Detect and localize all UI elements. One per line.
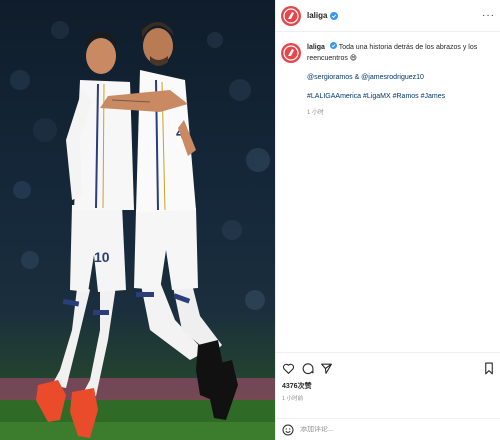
header-username[interactable]: laliga: [307, 11, 327, 20]
comment-icon[interactable]: [301, 362, 314, 375]
likes-count[interactable]: 4376次赞: [282, 381, 495, 391]
caption-avatar[interactable]: [281, 43, 301, 63]
heart-icon[interactable]: [282, 362, 295, 375]
caption-section: laliga Toda una historia detrás de los a…: [276, 40, 500, 350]
action-bar: 4376次赞 1 小时前: [276, 352, 500, 416]
instagram-post: 10 4: [0, 0, 500, 440]
more-icon[interactable]: ···: [482, 10, 495, 21]
caption-hashtags[interactable]: #LALIGAAmerica #LigaMX #Ramos #James: [307, 91, 495, 102]
caption-time: 1 小时: [307, 110, 325, 116]
comment-box: [276, 418, 500, 440]
comment-input[interactable]: [300, 426, 495, 433]
laliga-logo-icon: [283, 7, 299, 24]
avatar[interactable]: [281, 5, 301, 26]
verified-badge-icon: [330, 11, 339, 20]
share-icon[interactable]: [320, 362, 333, 375]
caption-mentions[interactable]: @sergioramos & @jamesrodriguez10: [307, 72, 495, 83]
bookmark-icon[interactable]: [483, 362, 495, 375]
post-header: laliga ···: [276, 0, 500, 32]
emoji-icon[interactable]: [282, 424, 294, 436]
caption-username[interactable]: laliga: [307, 44, 325, 51]
post-time: 1 小时前: [282, 396, 304, 402]
laliga-logo-icon: [283, 45, 299, 61]
post-photo[interactable]: 10 4: [0, 0, 275, 440]
players-hug-illustration: 10 4: [0, 21, 275, 440]
left-shorts-number: 10: [94, 249, 110, 265]
verified-badge-icon: [329, 42, 337, 49]
post-side-panel: laliga ··· laliga Toda una historia detr…: [275, 0, 500, 440]
